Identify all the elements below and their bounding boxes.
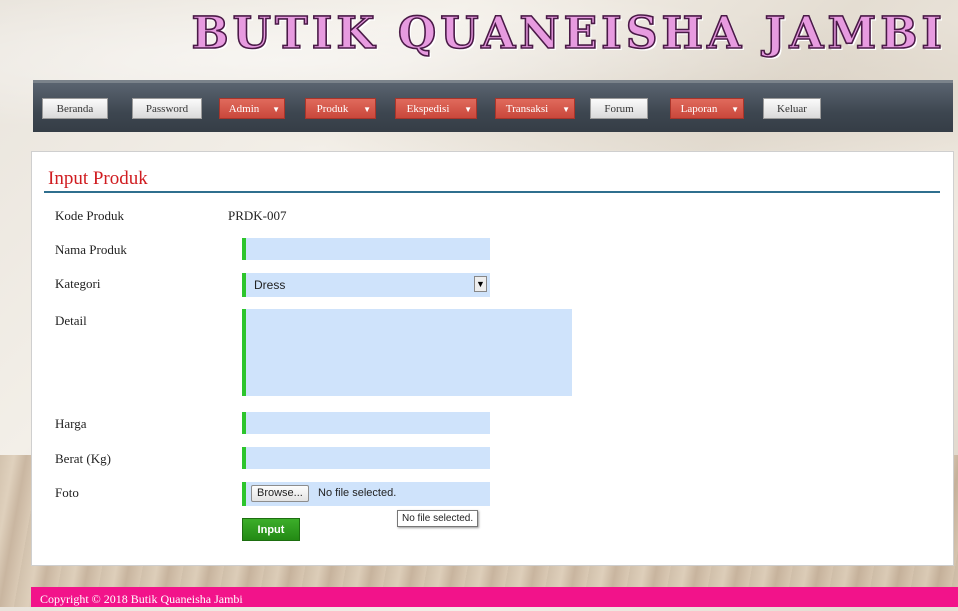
input-submit-button[interactable]: Input [242, 518, 300, 541]
nav-transaksi[interactable]: Transaksi ▼ [495, 98, 575, 119]
detail-textarea[interactable] [242, 309, 572, 396]
chevron-down-icon[interactable]: ▼ [474, 276, 487, 292]
harga-input[interactable] [242, 412, 490, 434]
nav-admin[interactable]: Admin ▼ [219, 98, 285, 119]
nav-forum[interactable]: Forum [590, 98, 648, 119]
chevron-down-icon: ▼ [272, 105, 280, 114]
input-produk-panel: Input Produk Kode Produk PRDK-007 Nama P… [31, 151, 954, 566]
nav-password-label: Password [145, 103, 189, 115]
title-divider [44, 191, 940, 193]
page-title: Input Produk [48, 168, 148, 189]
kategori-selected-value: Dress [254, 278, 286, 292]
nama-produk-input[interactable] [242, 238, 490, 260]
nav-beranda-label: Beranda [56, 103, 94, 115]
nav-transaksi-label: Transaksi [505, 103, 549, 115]
nav-admin-label: Admin [228, 103, 260, 115]
detail-label: Detail [55, 313, 87, 328]
foto-label: Foto [55, 485, 79, 500]
kategori-label: Kategori [55, 276, 101, 291]
kode-produk-label: Kode Produk [55, 208, 124, 223]
main-navbar: Beranda Password Admin ▼ Produk ▼ Ekspedis… [33, 80, 953, 132]
nama-produk-label: Nama Produk [55, 242, 127, 257]
chevron-down-icon: ▼ [464, 105, 472, 114]
nav-keluar[interactable]: Keluar [763, 98, 821, 119]
nav-keluar-label: Keluar [777, 103, 807, 115]
nav-laporan-label: Laporan [680, 103, 718, 115]
berat-label: Berat (Kg) [55, 451, 111, 466]
nav-forum-label: Forum [604, 103, 634, 115]
chevron-down-icon: ▼ [731, 105, 739, 114]
nav-ekspedisi-label: Ekspedisi [406, 103, 450, 115]
nav-password[interactable]: Password [132, 98, 202, 119]
file-status-text: No file selected. [318, 487, 397, 499]
nav-ekspedisi[interactable]: Ekspedisi ▼ [395, 98, 477, 119]
site-title: BUTIK QUANEISHA JAMBI [191, 7, 946, 60]
file-tooltip: No file selected. [397, 510, 479, 527]
kode-produk-value: PRDK-007 [228, 208, 287, 223]
nav-produk-label: Produk [316, 103, 349, 115]
foto-file-input[interactable]: Browse... No file selected. [242, 482, 490, 506]
nav-beranda[interactable]: Beranda [42, 98, 108, 119]
kategori-select[interactable]: Dress ▼ [242, 273, 490, 297]
nav-produk[interactable]: Produk ▼ [305, 98, 376, 119]
browse-button[interactable]: Browse... [251, 485, 309, 502]
chevron-down-icon: ▼ [363, 105, 371, 114]
berat-input[interactable] [242, 447, 490, 469]
harga-label: Harga [55, 416, 87, 431]
chevron-down-icon: ▼ [562, 105, 570, 114]
footer-copyright: Copyright © 2018 Butik Quaneisha Jambi [31, 587, 958, 607]
nav-laporan[interactable]: Laporan ▼ [670, 98, 744, 119]
